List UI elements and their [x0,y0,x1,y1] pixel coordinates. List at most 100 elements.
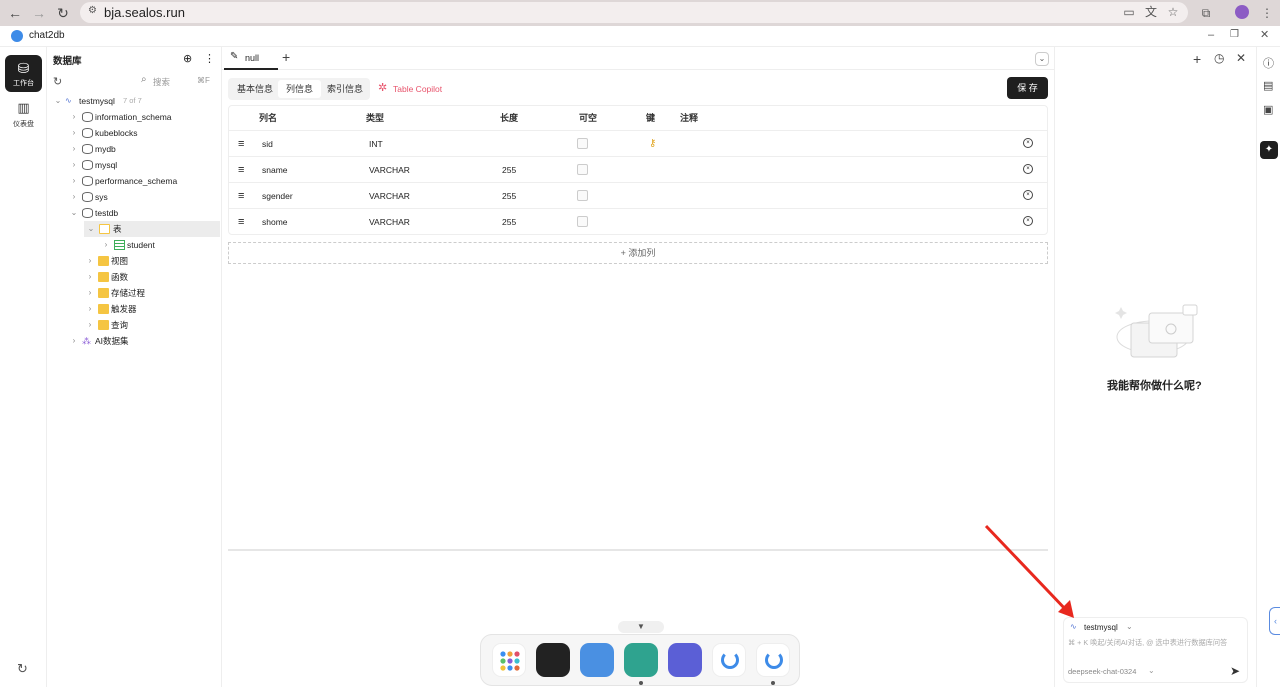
tree-db-kubeblocks[interactable]: › kubeblocks [47,125,222,141]
drag-handle-icon[interactable]: ≡ [238,209,244,235]
connection-node[interactable]: ⌄ ∿ testmysql 7 of 7 [47,93,222,109]
minimize-icon[interactable]: – [1208,29,1214,41]
model-name: deepseek-chat-0324 [1068,667,1137,676]
delete-row-icon[interactable]: × [1023,138,1033,148]
tree-db-testdb[interactable]: ⌄ testdb [47,205,222,221]
tree-table-student[interactable]: › student [47,237,222,253]
table-row[interactable]: ≡ sid INT ⚷ × [229,130,1047,156]
add-column-button[interactable]: + 添加列 [228,242,1048,264]
table-row[interactable]: ≡ sgender VARCHAR 255 × [229,182,1047,208]
files-icon[interactable]: ▤ [1263,79,1273,92]
site-settings-icon[interactable]: ⚙ [88,5,97,16]
dashboard-button[interactable]: ▥ 仪表盘 [5,97,42,134]
column-length-cell[interactable]: 255 [502,209,516,235]
new-chat-icon[interactable]: + [1193,51,1201,67]
nullable-checkbox[interactable] [577,138,588,149]
column-name-cell[interactable]: sgender [262,183,293,209]
tree-db-mysql[interactable]: › mysql [47,157,222,173]
tree-db-sys[interactable]: › sys [47,189,222,205]
folder-name: 表 [113,224,122,234]
tab-column-info[interactable]: 列信息 [278,80,322,98]
bookmark-star-icon[interactable]: ☆ [1164,3,1182,21]
column-name-cell[interactable]: sid [262,131,273,157]
restore-icon[interactable]: ❐ [1230,29,1239,40]
history-icon[interactable]: ◷ [1214,51,1224,65]
database-app-icon[interactable] [624,643,658,677]
send-icon[interactable]: ➤ [1230,664,1240,678]
more-options-icon[interactable]: ⋮ [204,52,215,65]
tree-folder-tables[interactable]: ⌄ 表 [84,221,220,237]
save-button[interactable]: 保 存 [1007,77,1048,99]
profile-avatar[interactable] [1235,5,1249,19]
launchpad-icon[interactable] [492,643,526,677]
nullable-checkbox[interactable] [577,216,588,227]
more-menu-icon[interactable]: ⋮ [1258,4,1276,22]
info-icon[interactable]: ⓘ [1263,55,1274,71]
tree-folder-views[interactable]: › 视图 [47,253,222,269]
new-tab-icon[interactable]: + [282,49,290,65]
table-row[interactable]: ≡ sname VARCHAR 255 × [229,156,1047,182]
header-column-name: 列名 [259,113,278,123]
column-length-cell[interactable]: 255 [502,157,516,183]
column-name-cell[interactable]: sname [262,157,288,183]
drag-handle-icon[interactable]: ≡ [238,183,244,209]
delete-row-icon[interactable]: × [1023,190,1033,200]
column-type-cell[interactable]: INT [369,131,383,157]
ai-sparkle-icon[interactable]: ✦ [1260,141,1278,159]
column-length-cell[interactable]: 255 [502,183,516,209]
browser-toolbar: ← → ↻ ⚙ bja.sealos.run ▭ 文 ☆ ⧉ ⋮ [0,0,1280,26]
tree-db-performance-schema[interactable]: › performance_schema [47,173,222,189]
install-app-icon[interactable]: ▭ [1120,3,1138,21]
delete-row-icon[interactable]: × [1023,164,1033,174]
primary-key-icon[interactable]: ⚷ [649,131,656,157]
column-type-cell[interactable]: VARCHAR [369,183,410,209]
tree-folder-triggers[interactable]: › 触发器 [47,301,222,317]
tab-basic-info[interactable]: 基本信息 [229,79,281,99]
address-bar[interactable]: ⚙ bja.sealos.run ▭ 文 ☆ [80,2,1188,23]
tab-index-info[interactable]: 索引信息 [319,79,371,99]
devbox-icon[interactable] [536,643,570,677]
drag-handle-icon[interactable]: ≡ [238,131,244,157]
assistant-connection: testmysql [1084,623,1118,632]
table-row[interactable]: ≡ shome VARCHAR 255 × [229,208,1047,234]
back-icon[interactable]: ← [6,4,24,22]
editor-tab[interactable]: ✎ null [224,47,278,70]
assistant-prompt: 我能帮你做什么呢? [1107,380,1202,392]
close-panel-icon[interactable]: ✕ [1236,51,1246,65]
ai-assistant-panel: + ◷ ✕ 我能帮你做什么呢? ∿ testmysql ⌄ ⌘ + K 唤起/关… [1054,47,1256,687]
clipboard-icon[interactable]: ▣ [1263,103,1273,116]
collapse-handle-icon[interactable]: ‹ [1269,607,1280,635]
tree-search[interactable]: ⌕ 搜索 ⌘F [139,74,215,90]
tree-folder-queries[interactable]: › 查询 [47,317,222,333]
translate-icon[interactable]: 文 [1142,3,1160,21]
column-type-cell[interactable]: VARCHAR [369,209,410,235]
dock-toggle-icon[interactable]: ▼ [618,621,664,633]
tree-folder-functions[interactable]: › 函数 [47,269,222,285]
add-connection-icon[interactable]: ⊕ [183,52,192,65]
running-indicator [771,681,775,685]
tab-list-chevron-icon[interactable]: ⌄ [1035,52,1049,66]
column-type-cell[interactable]: VARCHAR [369,157,410,183]
chat2db-app-icon-2[interactable] [756,643,790,677]
tree-folder-procedures[interactable]: › 存储过程 [47,285,222,301]
tree-db-mydb[interactable]: › mydb [47,141,222,157]
nullable-checkbox[interactable] [577,164,588,175]
chat-input[interactable]: ⌘ + K 唤起/关闭AI对话, @ 选中表进行数据库问答 [1068,638,1248,648]
tree-db-information-schema[interactable]: › information_schema [47,109,222,125]
workspace-button[interactable]: ⛁ 工作台 [5,55,42,92]
tree-ai-dataset[interactable]: › ⁂ AI数据集 [47,333,222,349]
refresh-icon[interactable]: ↻ [53,75,62,88]
mail-icon[interactable] [580,643,614,677]
reload-icon[interactable]: ↻ [54,4,72,22]
chat2db-app-icon[interactable] [712,643,746,677]
settings-refresh-icon[interactable]: ↻ [17,661,28,677]
panel-splitter[interactable] [228,549,1048,551]
nullable-checkbox[interactable] [577,190,588,201]
forward-icon[interactable]: → [30,4,48,22]
column-name-cell[interactable]: shome [262,209,288,235]
close-window-icon[interactable]: ✕ [1260,28,1269,41]
extensions-icon[interactable]: ⧉ [1197,4,1215,22]
drag-handle-icon[interactable]: ≡ [238,157,244,183]
rocket-icon[interactable] [668,643,702,677]
delete-row-icon[interactable]: × [1023,216,1033,226]
